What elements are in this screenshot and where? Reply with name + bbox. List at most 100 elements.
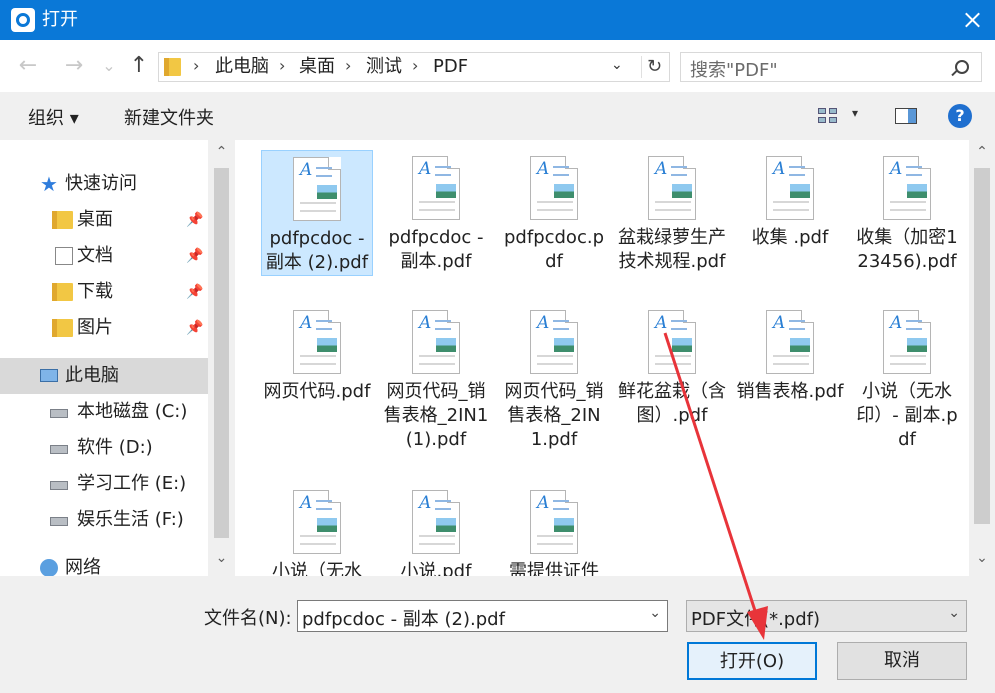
recent-locations-button[interactable]: ⌄ <box>97 54 121 78</box>
command-toolbar: 组织 ▾ 新建文件夹 ▾ ? <box>0 92 995 140</box>
file-item[interactable]: A 小说.pdf <box>380 484 492 576</box>
search-box[interactable]: 搜索"PDF" <box>680 52 982 82</box>
scroll-down-icon[interactable]: ⌄ <box>969 550 995 566</box>
sidebar-item-drive-c[interactable]: 本地磁盘 (C:) <box>0 394 208 430</box>
folder-icon <box>164 58 181 76</box>
sidebar-item-drive-f[interactable]: 娱乐生活 (F:) <box>0 502 208 538</box>
sidebar-item-this-pc[interactable]: 此电脑 <box>0 358 208 394</box>
file-list-scroll-thumb[interactable] <box>974 168 990 524</box>
pictures-icon <box>52 319 73 337</box>
sidebar-item-label: 本地磁盘 (C:) <box>77 401 188 422</box>
navigation-pane: ★ 快速访问 桌面 📌 文档 📌 下载 📌 图片 📌 此电脑 本地磁盘 (C:)… <box>0 140 235 576</box>
sidebar-scroll-thumb[interactable] <box>214 168 229 538</box>
search-placeholder: 搜索"PDF" <box>690 60 778 81</box>
desktop-folder-icon <box>52 211 73 229</box>
downloads-icon <box>52 283 73 301</box>
file-item[interactable]: A 盆栽绿萝生产技术规程.pdf <box>616 150 728 274</box>
filetype-select[interactable]: PDF文件(*.pdf) ⌄ <box>686 600 967 632</box>
view-options-icon[interactable] <box>818 108 838 124</box>
sidebar-item-drive-d[interactable]: 软件 (D:) <box>0 430 208 466</box>
filename-input[interactable]: pdfpcdoc - 副本 (2).pdf <box>302 605 505 631</box>
scroll-up-icon[interactable]: ⌃ <box>208 144 235 160</box>
file-item[interactable]: Apdfpcdoc.pdf <box>498 150 610 274</box>
drive-icon <box>50 481 68 490</box>
pin-icon[interactable]: 📌 <box>186 238 203 274</box>
pdf-file-icon: A <box>530 310 578 374</box>
help-icon[interactable]: ? <box>948 104 972 128</box>
file-name: 收集（加密123456).pdf <box>856 227 958 272</box>
pin-icon[interactable]: 📌 <box>186 274 203 310</box>
forward-button[interactable]: → <box>62 54 86 78</box>
address-bar[interactable]: › 此电脑 › 桌面 › 测试 › PDF ⌄ ↻ <box>158 52 670 82</box>
back-button[interactable]: ← <box>16 54 40 78</box>
file-list-scrollbar[interactable]: ⌃ ⌄ <box>969 140 995 576</box>
sidebar-item-label: 软件 (D:) <box>77 437 153 458</box>
pdf-file-icon: A <box>883 156 931 220</box>
drive-icon <box>50 409 68 418</box>
chevron-down-icon[interactable]: ⌄ <box>948 605 960 621</box>
sidebar-item-quick-access[interactable]: ★ 快速访问 <box>0 166 208 202</box>
drive-icon <box>50 445 68 454</box>
file-item[interactable]: A 鲜花盆栽（含图）.pdf <box>616 304 728 428</box>
navigation-bar: ← → ⌄ ↑ › 此电脑 › 桌面 › 测试 › PDF ⌄ ↻ 搜索"PDF… <box>0 40 995 92</box>
star-icon: ★ <box>40 172 58 196</box>
pdf-file-icon: A <box>412 156 460 220</box>
scroll-down-icon[interactable]: ⌄ <box>208 550 235 566</box>
sidebar-item-label: 图片 <box>77 317 113 338</box>
organize-menu[interactable]: 组织 ▾ <box>28 104 79 130</box>
file-item[interactable]: A 网页代码.pdf <box>261 304 373 404</box>
file-item[interactable]: A 网页代码_销售表格_2IN1(1).pdf <box>380 304 492 452</box>
up-button[interactable]: ↑ <box>127 54 151 78</box>
sidebar-scrollbar[interactable]: ⌃ ⌄ <box>208 140 235 576</box>
pdf-file-icon: A <box>648 310 696 374</box>
refresh-icon[interactable]: ↻ <box>641 56 667 78</box>
close-button[interactable] <box>949 0 995 40</box>
sidebar-item-network[interactable]: 网络 <box>0 550 208 576</box>
pin-icon[interactable]: 📌 <box>186 202 203 238</box>
address-dropdown-icon[interactable]: ⌄ <box>611 57 623 73</box>
file-item[interactable]: Apdfpcdoc - 副本.pdf <box>380 150 492 274</box>
file-name: 小说（无水 <box>272 561 362 576</box>
breadcrumb-this-pc[interactable]: 此电脑 <box>215 56 269 78</box>
open-button[interactable]: 打开(O) <box>687 642 817 680</box>
sidebar-item-downloads[interactable]: 下载 📌 <box>0 274 208 310</box>
file-name: 盆栽绿萝生产技术规程.pdf <box>618 227 726 272</box>
file-item[interactable]: A 收集（加密123456).pdf <box>851 150 963 274</box>
file-item[interactable]: A 销售表格.pdf <box>734 304 846 404</box>
view-dropdown-icon[interactable]: ▾ <box>852 106 858 120</box>
cancel-button[interactable]: 取消 <box>837 642 967 680</box>
chevron-down-icon[interactable]: ⌄ <box>649 605 661 621</box>
breadcrumb-separator: › <box>412 56 419 75</box>
file-item[interactable]: A 需提供证件 <box>498 484 610 576</box>
breadcrumb-desktop[interactable]: 桌面 <box>299 56 335 78</box>
sidebar-item-desktop[interactable]: 桌面 📌 <box>0 202 208 238</box>
sidebar-item-label: 文档 <box>77 245 113 266</box>
filename-combobox[interactable]: pdfpcdoc - 副本 (2).pdf ⌄ <box>297 600 668 632</box>
search-icon[interactable] <box>955 60 969 74</box>
filetype-value: PDF文件(*.pdf) <box>691 609 821 630</box>
sidebar-item-drive-e[interactable]: 学习工作 (E:) <box>0 466 208 502</box>
file-item[interactable]: A 网页代码_销售表格_2IN1.pdf <box>498 304 610 452</box>
breadcrumb-separator: › <box>193 56 200 75</box>
new-folder-button[interactable]: 新建文件夹 <box>124 104 214 130</box>
preview-pane-icon[interactable] <box>895 108 917 124</box>
pdf-file-icon: A <box>412 490 460 554</box>
file-item[interactable]: A 小说（无水 <box>261 484 373 576</box>
file-item[interactable]: A 收集 .pdf <box>734 150 846 250</box>
scroll-up-icon[interactable]: ⌃ <box>969 144 995 160</box>
pdf-file-icon: A <box>530 490 578 554</box>
sidebar-item-label: 学习工作 (E:) <box>77 473 187 494</box>
sidebar-item-label: 快速访问 <box>65 173 137 194</box>
sidebar-item-documents[interactable]: 文档 📌 <box>0 238 208 274</box>
file-name: 网页代码.pdf <box>263 381 371 402</box>
file-name: 需提供证件 <box>509 561 599 576</box>
pdf-file-icon: A <box>293 310 341 374</box>
sidebar-item-label: 网络 <box>65 557 101 576</box>
breadcrumb-pdf[interactable]: PDF <box>433 56 468 78</box>
pdf-file-icon: A <box>648 156 696 220</box>
breadcrumb-test[interactable]: 测试 <box>366 56 402 78</box>
file-item[interactable]: Apdfpcdoc - 副本 (2).pdf <box>261 150 373 276</box>
pin-icon[interactable]: 📌 <box>186 310 203 346</box>
sidebar-item-pictures[interactable]: 图片 📌 <box>0 310 208 346</box>
file-item[interactable]: A 小说（无水印）- 副本.pdf <box>851 304 963 452</box>
